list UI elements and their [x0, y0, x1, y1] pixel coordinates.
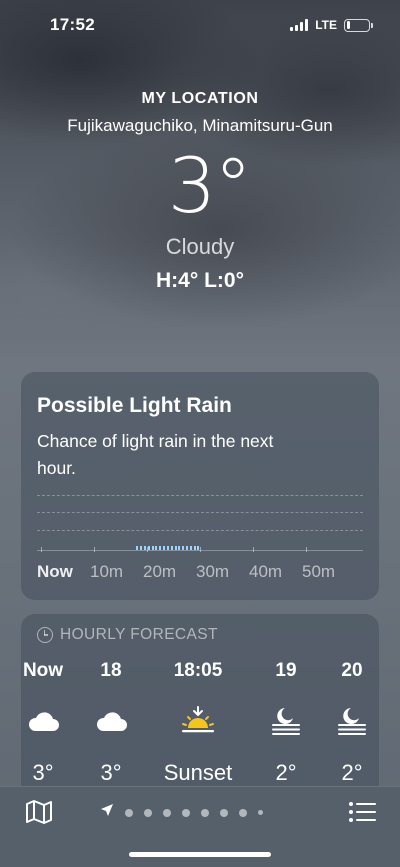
location-title: MY LOCATION: [141, 90, 259, 107]
rain-intensity-bar: [182, 546, 185, 550]
battery-icon: [344, 18, 373, 32]
page-dot[interactable]: [182, 808, 190, 817]
page-dot[interactable]: [163, 808, 171, 817]
status-time: 17:52: [50, 15, 95, 34]
page-indicator[interactable]: [100, 803, 263, 822]
location-name: Fujikawaguchiko, Minamitsuru-Gun: [67, 116, 333, 135]
hourly-item: 18:05 Sunset: [158, 660, 238, 786]
rain-intensity-bar: [189, 546, 192, 550]
page-dot[interactable]: [201, 808, 209, 817]
current-temperature: 3°: [167, 141, 252, 230]
chart-tick-label: 10m: [90, 562, 124, 581]
rain-intensity-bar: [155, 546, 158, 550]
rain-card-title: Possible Light Rain: [37, 394, 232, 417]
rain-intensity-bar: [166, 546, 169, 550]
chart-gridline: [37, 512, 363, 513]
chart-tick-label: 20m: [143, 562, 177, 581]
hourly-forecast-header: HOURLY FORECAST: [37, 626, 363, 644]
cloud-icon: [71, 706, 151, 736]
location-arrow-icon: [100, 803, 114, 822]
page-dot[interactable]: [125, 808, 133, 817]
chart-tick: [200, 547, 201, 552]
chart-tick-label: 50m: [302, 562, 336, 581]
hourly-temperature: 3°: [100, 760, 122, 785]
signal-icon: [290, 19, 309, 31]
hourly-item: 18 3°: [71, 660, 151, 786]
sunset-icon: [158, 706, 238, 736]
rain-intensity-bar: [186, 546, 188, 550]
rain-forecast-card[interactable]: Possible Light Rain Chance of light rain…: [21, 372, 379, 600]
hourly-time: 20: [341, 660, 363, 681]
status-bar: 17:52 LTE: [0, 0, 400, 50]
chart-tick: [306, 547, 307, 552]
home-indicator[interactable]: [129, 852, 271, 857]
rain-intensity-bar: [140, 546, 143, 550]
chart-tick-label: 30m: [196, 562, 230, 581]
hourly-time: 18:05: [173, 660, 223, 681]
page-dot[interactable]: [144, 808, 152, 817]
high-low-temperature: H:4° L:0°: [156, 269, 244, 292]
location-header: MY LOCATION Fujikawaguchiko, Minamitsuru…: [0, 90, 400, 293]
chart-tick: [94, 547, 95, 552]
rain-intensity-bar: [193, 546, 196, 550]
chart-gridline: [37, 495, 363, 496]
rain-intensity-bar: [178, 546, 181, 550]
current-condition: Cloudy: [165, 234, 235, 259]
page-dot[interactable]: [220, 808, 228, 817]
hourly-item: 20 2°: [312, 660, 379, 786]
moon-fog-icon: [312, 706, 379, 736]
rain-intensity-bar: [197, 546, 200, 550]
clock-icon: [37, 627, 53, 643]
hourly-temperature: 2°: [341, 760, 363, 785]
status-indicators: LTE: [290, 18, 373, 32]
hourly-forecast-title: HOURLY FORECAST: [60, 626, 218, 643]
hourly-temperature: Sunset: [163, 760, 233, 785]
rain-intensity-bar: [163, 546, 166, 550]
chart-tick-label: Now: [37, 562, 73, 581]
chart-gridline: [37, 530, 363, 531]
rain-intensity-bar: [147, 546, 150, 550]
chart-tick: [253, 547, 254, 552]
rain-card-description: Chance of light rain in the next hour.: [37, 431, 274, 478]
list-icon[interactable]: [348, 801, 378, 828]
hourly-forecast-card[interactable]: HOURLY FORECAST Now 3° 18 3° 18:05 Sunset 19 2°…: [21, 614, 379, 814]
rain-intensity-bar: [159, 546, 162, 550]
page-dot[interactable]: [239, 808, 247, 817]
map-icon[interactable]: [24, 799, 54, 830]
hourly-time: 18: [100, 660, 122, 681]
chart-tick-label: 40m: [249, 562, 283, 581]
rain-minute-chart: Now 10m 20m 30m 40m 50m: [37, 492, 363, 582]
rain-intensity-bar: [151, 546, 154, 550]
chart-tick: [41, 547, 42, 552]
rain-intensity-bar: [170, 546, 173, 550]
page-dot[interactable]: [258, 810, 263, 815]
rain-intensity-bar: [144, 546, 147, 550]
rain-intensity-bar: [136, 546, 139, 550]
rain-intensity-bar: [174, 546, 177, 550]
network-label: LTE: [315, 18, 337, 32]
